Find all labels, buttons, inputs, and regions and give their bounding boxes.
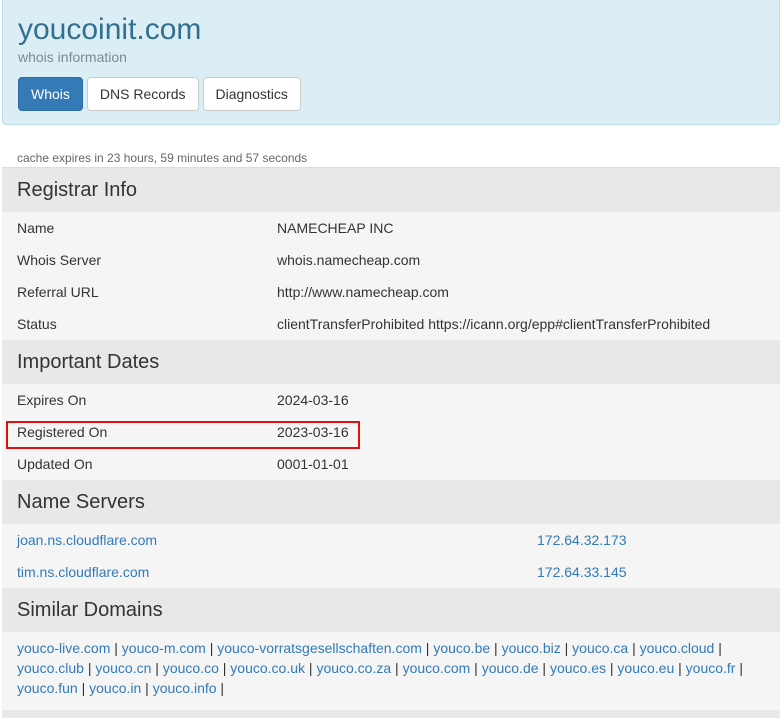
separator: | [218, 660, 231, 676]
row-value: 0001-01-01 [277, 456, 349, 472]
table-row: Status clientTransferProhibited https://… [2, 308, 780, 340]
separator: | [216, 680, 225, 696]
row-key: Registered On [17, 424, 108, 440]
separator: | [305, 660, 317, 676]
similar-domain-link[interactable]: youco.co [163, 660, 219, 676]
nameserver-link[interactable]: tim.ns.cloudflare.com [17, 556, 149, 588]
similar-domain-link[interactable]: youco.club [17, 660, 84, 676]
tab-diagnostics[interactable]: Diagnostics [202, 77, 301, 111]
table-row: Name NAMECHEAP INC [2, 212, 780, 244]
row-key: Status [17, 316, 57, 332]
similar-domain-link[interactable]: youco.cn [95, 660, 151, 676]
row-value: http://www.namecheap.com [277, 284, 449, 300]
tab-bar: Whois DNS Records Diagnostics [18, 77, 301, 111]
separator: | [83, 660, 96, 676]
similar-domain-link[interactable]: youco-live.com [17, 640, 110, 656]
similar-domain-link[interactable]: youco.cloud [640, 640, 715, 656]
separator: | [421, 640, 434, 656]
site-subtitle: whois information [18, 49, 127, 65]
separator: | [490, 640, 502, 656]
separator: | [560, 640, 573, 656]
nameserver-ip-link[interactable]: 172.64.33.145 [537, 556, 627, 588]
separator: | [205, 640, 218, 656]
row-key: Referral URL [17, 284, 99, 300]
bottom-strip [2, 710, 780, 718]
header-panel: youcoinit.com whois information Whois DN… [2, 0, 780, 125]
table-row: Expires On 2024-03-16 [2, 384, 780, 416]
similar-domain-link[interactable]: youco.in [89, 680, 141, 696]
row-value: clientTransferProhibited https://icann.o… [277, 316, 711, 332]
similar-domain-link[interactable]: youco.eu [617, 660, 674, 676]
site-title: youcoinit.com [18, 13, 202, 46]
separator: | [110, 640, 122, 656]
table-row: joan.ns.cloudflare.com 172.64.32.173 [2, 524, 780, 556]
separator: | [628, 640, 640, 656]
similar-domain-link[interactable]: youco-m.com [122, 640, 206, 656]
dates-rows: Expires On 2024-03-16 Registered On 2023… [2, 384, 780, 480]
separator: | [141, 680, 153, 696]
table-row: Whois Server whois.namecheap.com [2, 244, 780, 276]
nameserver-rows: joan.ns.cloudflare.com 172.64.32.173 tim… [2, 524, 780, 588]
similar-domain-link[interactable]: youco.co.za [316, 660, 391, 676]
section-heading-similar: Similar Domains [2, 588, 780, 632]
row-value: 2024-03-16 [277, 392, 349, 408]
page: youcoinit.com whois information Whois DN… [0, 0, 782, 718]
whois-content: Registrar Info Name NAMECHEAP INC Whois … [2, 167, 780, 718]
separator: | [674, 660, 686, 676]
separator: | [391, 660, 403, 676]
row-key: Name [17, 220, 55, 236]
tab-dns-records[interactable]: DNS Records [86, 77, 199, 111]
registrar-rows: Name NAMECHEAP INC Whois Server whois.na… [2, 212, 780, 340]
row-key: Expires On [17, 392, 87, 408]
similar-domain-link[interactable]: youco.com [403, 660, 471, 676]
similar-domain-link[interactable]: youco.de [482, 660, 539, 676]
row-value: NAMECHEAP INC [277, 220, 394, 236]
separator: | [538, 660, 550, 676]
nameserver-link[interactable]: joan.ns.cloudflare.com [17, 524, 157, 556]
section-heading-dates: Important Dates [2, 340, 780, 384]
separator: | [77, 680, 90, 696]
separator: | [151, 660, 163, 676]
nameserver-ip-link[interactable]: 172.64.32.173 [537, 524, 627, 556]
similar-domain-link[interactable]: youco-vorratsgesellschaften.com [217, 640, 422, 656]
table-row-registered-on: Registered On 2023-03-16 [2, 416, 780, 448]
table-row: tim.ns.cloudflare.com 172.64.33.145 [2, 556, 780, 588]
similar-domain-link[interactable]: youco.info [153, 680, 217, 696]
section-heading-nameservers: Name Servers [2, 480, 780, 524]
similar-domain-link[interactable]: youco.fr [686, 660, 736, 676]
separator: | [470, 660, 482, 676]
similar-domains-list: youco-live.com | youco-m.com | youco-vor… [2, 632, 780, 710]
table-row: Referral URL http://www.namecheap.com [2, 276, 780, 308]
similar-domain-link[interactable]: youco.es [550, 660, 606, 676]
cache-note: cache expires in 23 hours, 59 minutes an… [17, 151, 308, 165]
row-value: whois.namecheap.com [277, 252, 421, 268]
tab-whois[interactable]: Whois [18, 77, 83, 111]
similar-domain-link[interactable]: youco.biz [502, 640, 561, 656]
table-row: Updated On 0001-01-01 [2, 448, 780, 480]
separator: | [735, 660, 744, 676]
similar-domain-link[interactable]: youco.fun [17, 680, 78, 696]
row-value: 2023-03-16 [277, 424, 349, 440]
similar-domain-link[interactable]: youco.be [433, 640, 490, 656]
separator: | [606, 660, 618, 676]
section-heading-registrar: Registrar Info [2, 168, 780, 212]
row-key: Updated On [17, 456, 93, 472]
similar-domain-link[interactable]: youco.co.uk [230, 660, 305, 676]
row-key: Whois Server [17, 252, 102, 268]
similar-domain-link[interactable]: youco.ca [572, 640, 628, 656]
separator: | [714, 640, 722, 656]
